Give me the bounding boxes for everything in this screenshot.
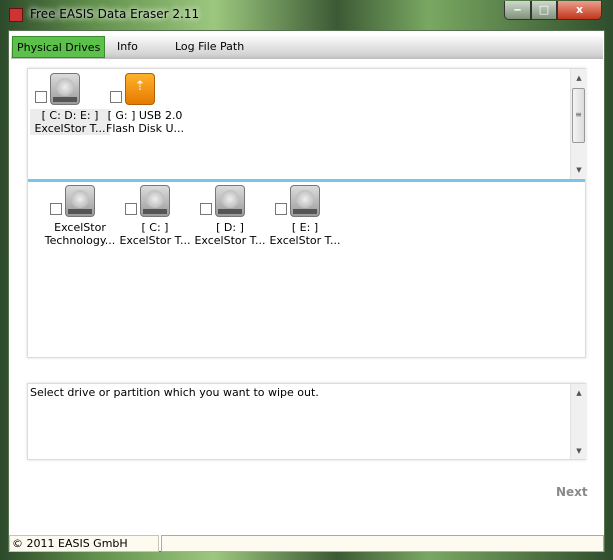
hard-drive-icon [65, 185, 95, 217]
tab-info[interactable]: Info [113, 36, 142, 58]
drive-label: [ G: ] USB 2.0 Flash Disk U... [106, 109, 184, 135]
message-scrollbar[interactable]: ▲ ▼ [570, 384, 586, 459]
title-bar: Free EASIS Data Eraser 2.11 ‒ □ x [0, 0, 613, 30]
drive-panel: [ C: D: E: ] ExcelStor T... ⇡ [ G: ] USB… [27, 68, 586, 358]
hard-drive-icon [50, 73, 80, 105]
hard-drive-icon [140, 185, 170, 217]
partition-checkbox[interactable] [275, 203, 287, 215]
physical-drive-item[interactable]: [ C: D: E: ] ExcelStor T... [30, 71, 110, 141]
message-box: Select drive or partition which you want… [27, 383, 586, 460]
status-bar-panel [161, 535, 604, 552]
partition-item[interactable]: [ D: ] ExcelStor T... [190, 185, 270, 255]
usb-drive-icon: ⇡ [125, 73, 155, 105]
partition-checkbox[interactable] [50, 203, 62, 215]
app-icon [9, 8, 23, 22]
panel-divider[interactable] [28, 179, 585, 182]
scroll-thumb[interactable]: ≡ [572, 88, 585, 143]
close-button[interactable]: x [557, 1, 602, 20]
scroll-down-arrow[interactable]: ▼ [571, 163, 587, 177]
maximize-button[interactable]: □ [531, 1, 557, 20]
partition-checkbox[interactable] [125, 203, 137, 215]
scroll-up-arrow[interactable]: ▲ [571, 386, 587, 400]
partition-item[interactable]: ExcelStor Technology... [40, 185, 120, 255]
drive-checkbox[interactable] [35, 91, 47, 103]
window-title: Free EASIS Data Eraser 2.11 [30, 7, 200, 21]
next-button[interactable]: Next [556, 485, 588, 499]
drive-label: [ C: D: E: ] ExcelStor T... [30, 109, 110, 135]
status-copyright: © 2011 EASIS GmbH [9, 535, 159, 552]
scroll-up-arrow[interactable]: ▲ [571, 71, 587, 85]
physical-drive-item[interactable]: ⇡ [ G: ] USB 2.0 Flash Disk U... [105, 71, 185, 141]
tab-bar: Physical Drives Info Log File Path [11, 36, 603, 59]
tab-log-file-path[interactable]: Log File Path [171, 36, 248, 58]
vertical-scrollbar[interactable]: ▲ ≡ ▼ [570, 69, 586, 179]
drive-checkbox[interactable] [110, 91, 122, 103]
hard-drive-icon [215, 185, 245, 217]
partition-item[interactable]: [ C: ] ExcelStor T... [115, 185, 195, 255]
partition-item[interactable]: [ E: ] ExcelStor T... [265, 185, 345, 255]
hard-drive-icon [290, 185, 320, 217]
scroll-down-arrow[interactable]: ▼ [571, 444, 587, 458]
partition-checkbox[interactable] [200, 203, 212, 215]
minimize-button[interactable]: ‒ [504, 1, 531, 20]
tab-physical-drives[interactable]: Physical Drives [12, 36, 106, 58]
instruction-text: Select drive or partition which you want… [30, 386, 319, 399]
